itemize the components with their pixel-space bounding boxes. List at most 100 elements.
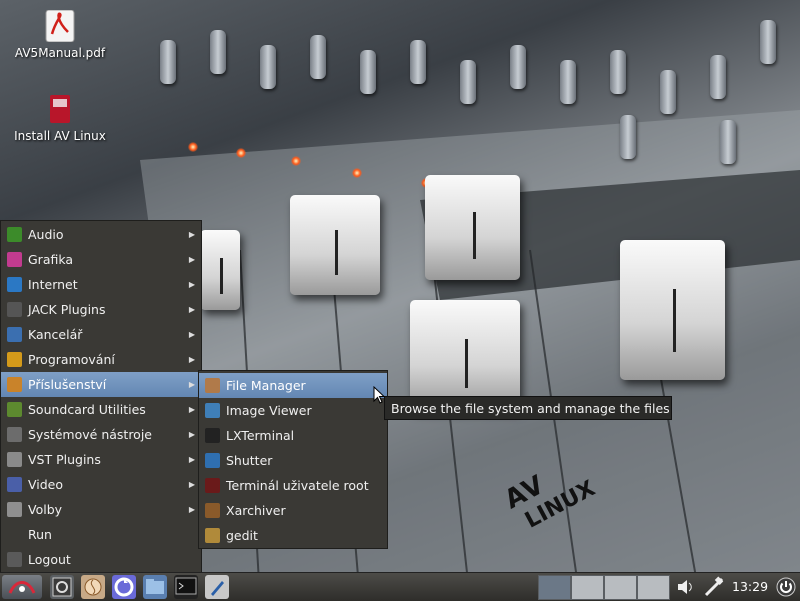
menu-item-label: Video <box>28 477 64 492</box>
power-icon <box>776 577 796 597</box>
submenu-arrow-icon: ▶ <box>188 305 195 314</box>
menu-item-label: Systémové nástroje <box>28 427 152 442</box>
menu-item-label: Volby <box>28 502 63 517</box>
launcher-terminal[interactable] <box>174 575 198 599</box>
submenu-arrow-icon: ▶ <box>188 455 195 464</box>
led-light <box>291 156 301 166</box>
mixer-knob <box>720 120 736 164</box>
mixer-knob <box>560 60 576 104</box>
menu-item-label: Kancelář <box>28 327 83 342</box>
taskbar: 13:29 <box>0 572 800 601</box>
menu-item-logout[interactable]: Logout <box>1 547 201 572</box>
shutter-icon <box>205 453 220 468</box>
mixer-knob <box>360 50 376 94</box>
menu-item-label: Xarchiver <box>226 503 286 518</box>
submenu-item-lxterminal[interactable]: LXTerminal <box>199 423 387 448</box>
submenu-arrow-icon: ▶ <box>188 430 195 439</box>
start-menu-button[interactable] <box>2 575 42 599</box>
mixer-fader <box>410 300 520 410</box>
menu-item-run[interactable]: Run <box>1 522 201 547</box>
mouse-cursor-icon <box>373 386 386 404</box>
desktop-icon-label: AV5Manual.pdf <box>14 46 106 60</box>
root-terminal-icon <box>205 478 220 493</box>
shutdown-button[interactable] <box>774 575 798 599</box>
workspace-1[interactable] <box>538 575 571 600</box>
soundcard-icon <box>7 402 22 417</box>
mixer-knob <box>510 45 526 89</box>
menu-item-programovani[interactable]: Programování ▶ <box>1 347 201 372</box>
installer-icon <box>50 95 70 123</box>
menu-item-systemove-nastroje[interactable]: Systémové nástroje ▶ <box>1 422 201 447</box>
menu-item-volby[interactable]: Volby ▶ <box>1 497 201 522</box>
menu-item-label: Internet <box>28 277 78 292</box>
workspace-4[interactable] <box>637 575 670 600</box>
vst-plugins-icon <box>7 452 22 467</box>
desktop-icon-install-av-linux[interactable]: Install AV Linux <box>5 93 115 143</box>
mixer-knob <box>760 20 776 64</box>
menu-item-label: Run <box>28 527 52 542</box>
menu-item-label: gedit <box>226 528 258 543</box>
submenu-arrow-icon: ▶ <box>188 255 195 264</box>
clock[interactable]: 13:29 <box>732 573 768 601</box>
submenu-arrow-icon: ▶ <box>188 480 195 489</box>
text-editor-icon <box>211 581 224 596</box>
launcher-text-editor[interactable] <box>205 575 229 599</box>
submenu-item-shutter[interactable]: Shutter <box>199 448 387 473</box>
menu-item-grafika[interactable]: Grafika ▶ <box>1 247 201 272</box>
terminal-icon <box>175 577 197 595</box>
volume-control[interactable] <box>675 575 697 599</box>
terminal-icon <box>205 428 220 443</box>
menu-item-label: JACK Plugins <box>28 302 106 317</box>
accessories-submenu: File Manager Image Viewer LXTerminal Shutte… <box>198 370 388 549</box>
menu-item-audio[interactable]: Audio ▶ <box>1 222 201 247</box>
submenu-arrow-icon: ▶ <box>188 355 195 364</box>
led-light <box>236 148 246 158</box>
menu-item-soundcard-utilities[interactable]: Soundcard Utilities ▶ <box>1 397 201 422</box>
submenu-item-terminal-uzivatele-root[interactable]: Terminál uživatele root <box>199 473 387 498</box>
menu-item-kancelar[interactable]: Kancelář ▶ <box>1 322 201 347</box>
menu-item-jack-plugins[interactable]: JACK Plugins ▶ <box>1 297 201 322</box>
submenu-item-xarchiver[interactable]: Xarchiver <box>199 498 387 523</box>
workspace-3[interactable] <box>604 575 637 600</box>
menu-item-label: Programování <box>28 352 115 367</box>
menu-item-label: Image Viewer <box>226 403 312 418</box>
desktop-icon-label: Install AV Linux <box>14 129 106 143</box>
launcher-system-monitor[interactable] <box>50 575 74 599</box>
menu-item-label: VST Plugins <box>28 452 101 467</box>
file-manager-icon <box>146 579 164 594</box>
menu-item-label: Shutter <box>226 453 273 468</box>
submenu-arrow-icon: ▶ <box>188 330 195 339</box>
launcher-synaptic[interactable] <box>112 575 136 599</box>
mixer-knob <box>620 115 636 159</box>
workspace-2[interactable] <box>571 575 604 600</box>
mixer-fader <box>425 175 520 280</box>
network-status[interactable] <box>702 575 726 599</box>
mixer-knob <box>210 30 226 74</box>
submenu-item-gedit[interactable]: gedit <box>199 523 387 548</box>
menu-item-prislusenstvi[interactable]: Příslušenství ▶ <box>1 372 201 397</box>
mixer-knob <box>710 55 726 99</box>
internet-icon <box>7 277 22 292</box>
menu-item-internet[interactable]: Internet ▶ <box>1 272 201 297</box>
tooltip: Browse the file system and manage the fi… <box>384 396 672 420</box>
pdf-file-icon <box>45 10 75 42</box>
mixer-knob <box>460 60 476 104</box>
menu-item-video[interactable]: Video ▶ <box>1 472 201 497</box>
speaker-icon <box>678 580 692 594</box>
launcher-file-manager[interactable] <box>143 575 167 599</box>
jack-plugins-icon <box>7 302 22 317</box>
audio-icon <box>7 227 22 242</box>
network-plug-icon <box>704 576 724 597</box>
led-light <box>352 168 362 178</box>
menu-item-vst-plugins[interactable]: VST Plugins ▶ <box>1 447 201 472</box>
office-icon <box>7 327 22 342</box>
graphics-icon <box>7 252 22 267</box>
start-menu-icon <box>8 581 36 594</box>
image-viewer-icon <box>205 403 220 418</box>
submenu-item-image-viewer[interactable]: Image Viewer <box>199 398 387 423</box>
desktop-icon-av5manual[interactable]: AV5Manual.pdf <box>5 10 115 60</box>
launcher-browser[interactable] <box>81 575 105 599</box>
programming-icon <box>7 352 22 367</box>
submenu-item-file-manager[interactable]: File Manager <box>199 373 387 398</box>
archiver-icon <box>205 503 220 518</box>
